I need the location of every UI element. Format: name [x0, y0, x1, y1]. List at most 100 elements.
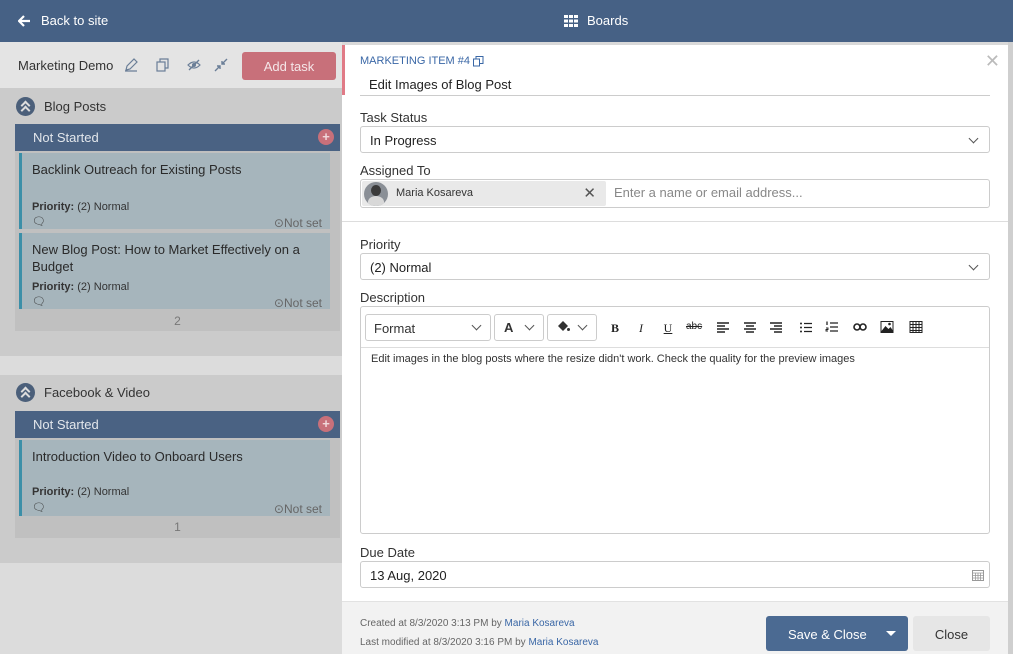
kanban-board: Marketing Demo Add task Blog Posts Not S…: [0, 42, 342, 654]
description-editor: Format A B I U abc Edit images in the bl…: [360, 306, 990, 534]
chevron-down-icon: [968, 133, 979, 144]
avatar: [364, 182, 388, 206]
close-panel-icon[interactable]: ✕: [985, 51, 1000, 72]
remove-assignee-icon[interactable]: ✕: [583, 184, 596, 202]
bold-icon[interactable]: B: [607, 321, 623, 336]
add-task-button[interactable]: Add task: [242, 52, 336, 80]
card-due: ⊙Not set: [273, 502, 322, 516]
column-header: Not Started +: [15, 411, 340, 438]
assignee-chip: Maria Kosareva ✕: [362, 181, 606, 206]
modified-info: Last modified at 8/3/2020 3:16 PM by Mar…: [360, 637, 599, 648]
copy-link-icon[interactable]: [473, 55, 484, 67]
font-color-select[interactable]: A: [494, 314, 544, 341]
task-status-label: Task Status: [360, 110, 428, 125]
description-text[interactable]: Edit images in the blog posts where the …: [371, 353, 855, 365]
assignee-search-input[interactable]: [614, 185, 974, 200]
card-title: New Blog Post: How to Market Effectively…: [32, 242, 300, 274]
boards-label: Boards: [587, 13, 629, 28]
due-date-input[interactable]: 13 Aug, 2020: [360, 561, 990, 588]
due-date-label: Due Date: [360, 545, 415, 560]
paint-bucket-icon: [558, 321, 570, 331]
description-label: Description: [360, 290, 426, 305]
chevron-down-icon: [968, 260, 979, 271]
back-to-site-label: Back to site: [41, 13, 109, 28]
assigned-to-label: Assigned To: [360, 163, 431, 178]
collapse-chevron-icon[interactable]: [16, 97, 35, 116]
collapse-chevron-icon[interactable]: [16, 383, 35, 402]
priority-label: Priority: [360, 237, 401, 252]
chevron-down-icon: [471, 320, 482, 331]
boards-link[interactable]: Boards: [564, 13, 628, 28]
back-to-site-link[interactable]: Back to site: [18, 13, 108, 28]
task-status-value: In Progress: [370, 133, 437, 148]
align-right-icon[interactable]: [768, 322, 784, 333]
task-card[interactable]: Introduction Video to Onboard Users Prio…: [19, 440, 330, 516]
copy-icon[interactable]: [156, 58, 170, 72]
caret-down-icon[interactable]: [886, 631, 896, 636]
accent-bar: [342, 45, 345, 95]
calendar-icon[interactable]: [972, 569, 984, 581]
italic-icon[interactable]: I: [633, 321, 649, 336]
save-close-button[interactable]: Save & Close: [766, 616, 908, 651]
background-color-select[interactable]: [547, 314, 597, 341]
assigned-to-field[interactable]: Maria Kosareva ✕: [360, 179, 990, 208]
bullet-list-icon[interactable]: [798, 322, 814, 333]
save-close-label: Save & Close: [788, 627, 867, 642]
image-icon[interactable]: [879, 321, 895, 333]
card-priority: Priority: (2) Normal: [32, 281, 130, 293]
column-body: Introduction Video to Onboard Users Prio…: [15, 438, 340, 538]
task-title-input[interactable]: [360, 73, 990, 96]
card-priority: Priority: (2) Normal: [32, 486, 130, 498]
board-edge: [1008, 42, 1013, 654]
link-icon[interactable]: [852, 322, 868, 332]
chevron-down-icon: [524, 320, 535, 331]
card-due: ⊙Not set: [273, 296, 322, 310]
group-blog-posts: Blog Posts Not Started + Backlink Outrea…: [0, 88, 342, 356]
assignee-name: Maria Kosareva: [396, 187, 474, 199]
format-select[interactable]: Format: [365, 314, 491, 341]
comment-icon: 🗨: [32, 296, 46, 308]
task-card[interactable]: New Blog Post: How to Market Effectively…: [19, 233, 330, 310]
divider: [342, 221, 1008, 222]
column-title: Not Started: [33, 130, 99, 145]
close-button[interactable]: Close: [913, 616, 990, 651]
panel-footer: Created at 8/3/2020 3:13 PM by Maria Kos…: [342, 601, 1008, 654]
board-title: Marketing Demo: [18, 58, 114, 73]
edit-icon[interactable]: [124, 58, 138, 72]
font-color-icon: A: [504, 320, 514, 335]
chevron-down-icon: [577, 320, 588, 331]
modified-by-link[interactable]: Maria Kosareva: [528, 637, 598, 648]
align-left-icon[interactable]: [715, 322, 731, 333]
priority-value: (2) Normal: [370, 260, 432, 275]
column-body: Backlink Outreach for Existing Posts Pri…: [15, 151, 340, 331]
comment-icon: 🗨: [32, 216, 46, 228]
board-header: Marketing Demo Add task: [0, 42, 342, 88]
collapse-icon[interactable]: [214, 58, 228, 72]
created-by-link[interactable]: Maria Kosareva: [505, 618, 575, 629]
group-title: Blog Posts: [44, 99, 107, 114]
card-title: Introduction Video to Onboard Users: [32, 449, 243, 464]
due-date-value: 13 Aug, 2020: [370, 568, 447, 583]
task-status-select[interactable]: In Progress: [360, 126, 990, 153]
eye-slash-icon[interactable]: [187, 58, 201, 72]
card-due: ⊙Not set: [273, 216, 322, 230]
underline-icon[interactable]: U: [660, 321, 676, 336]
table-icon[interactable]: [908, 321, 924, 333]
add-card-plus-icon[interactable]: +: [318, 416, 334, 432]
created-info: Created at 8/3/2020 3:13 PM by Maria Kos…: [360, 618, 575, 629]
strikethrough-icon[interactable]: abc: [686, 321, 702, 332]
group-header[interactable]: Facebook & Video: [16, 383, 150, 402]
arrow-left-icon: [18, 14, 30, 27]
task-card[interactable]: Backlink Outreach for Existing Posts Pri…: [19, 153, 330, 230]
item-id: MARKETING ITEM #4: [360, 55, 484, 67]
numbered-list-icon[interactable]: [824, 321, 840, 333]
card-priority: Priority: (2) Normal: [32, 201, 130, 213]
add-card-plus-icon[interactable]: +: [318, 129, 334, 145]
group-facebook-video: Facebook & Video Not Started + Introduct…: [0, 375, 342, 563]
card-count: 1: [174, 520, 181, 534]
priority-select[interactable]: (2) Normal: [360, 253, 990, 280]
group-title: Facebook & Video: [44, 385, 150, 400]
align-center-icon[interactable]: [742, 322, 758, 333]
group-header[interactable]: Blog Posts: [16, 97, 106, 116]
card-count: 2: [174, 314, 181, 328]
